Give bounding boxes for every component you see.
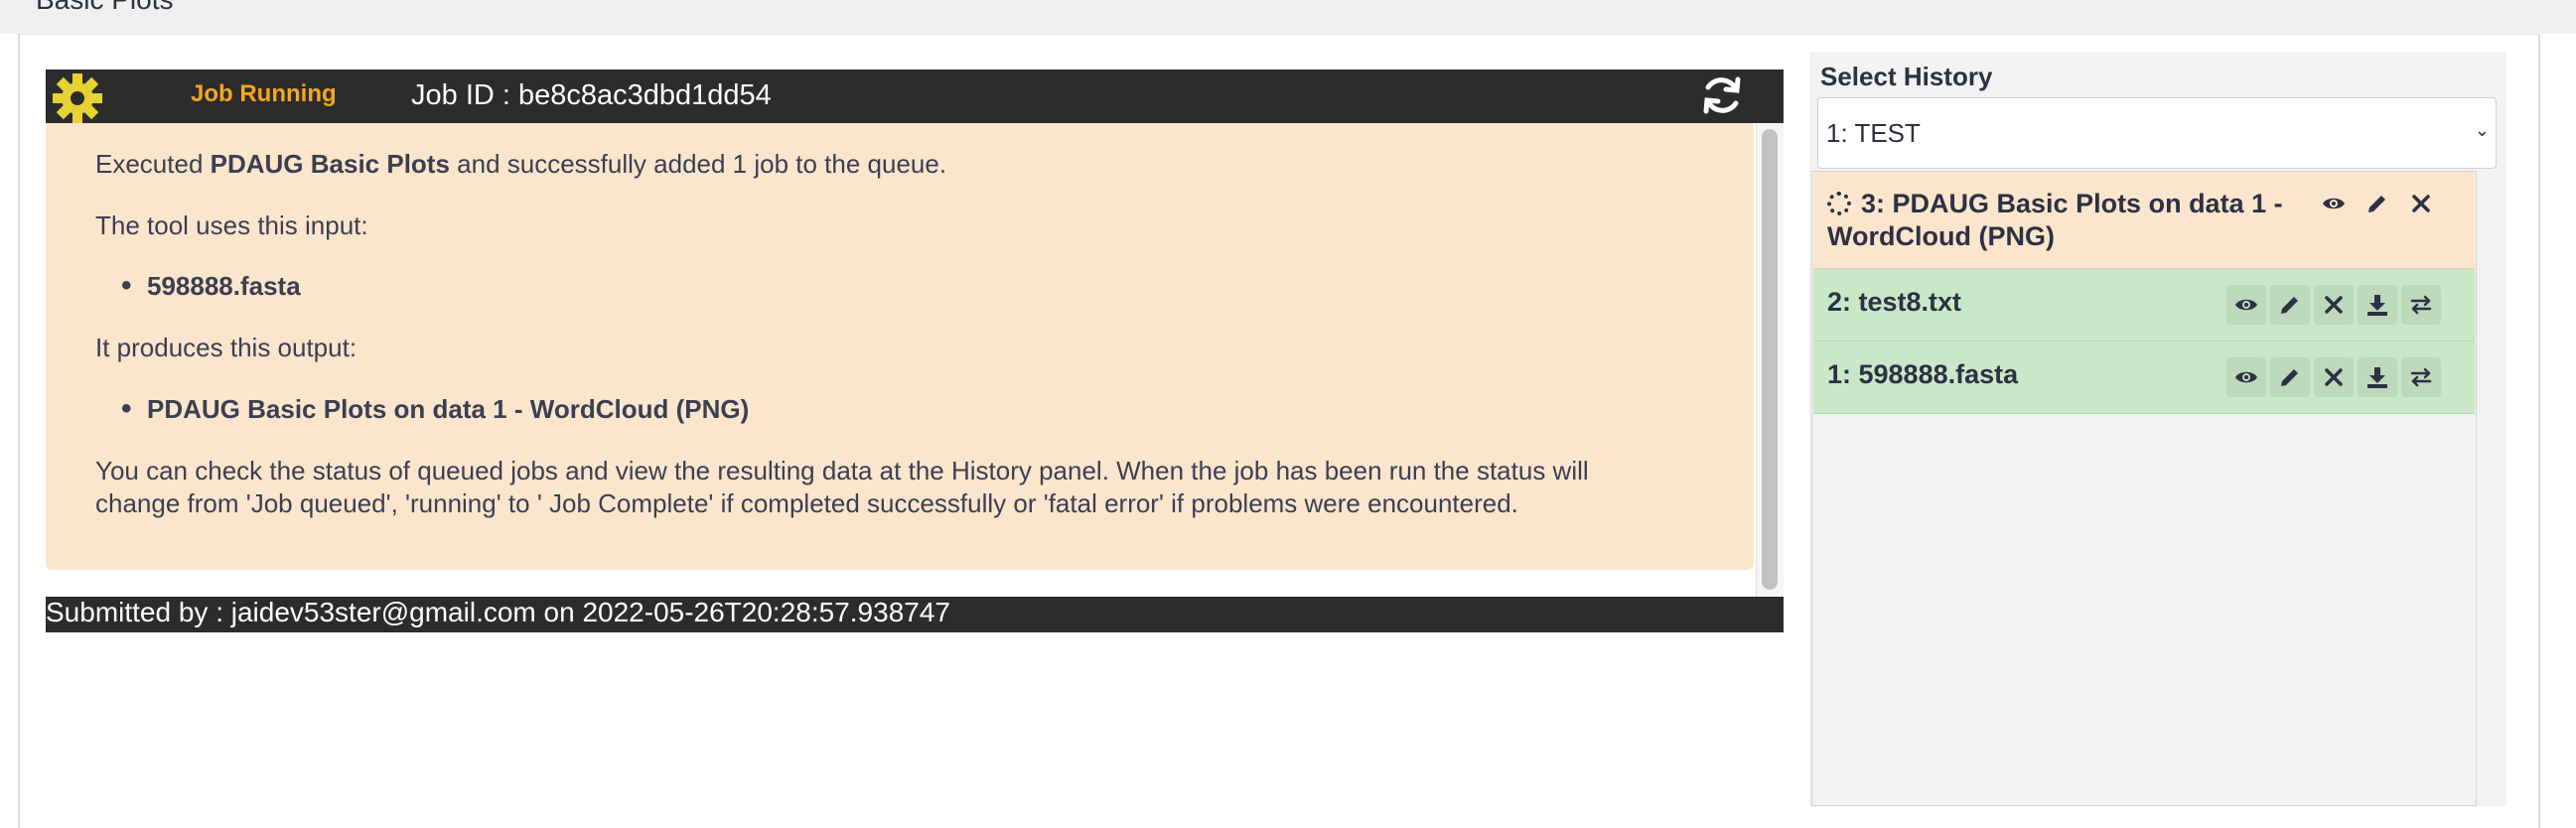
close-icon[interactable] — [2401, 184, 2441, 223]
history-item-1[interactable]: 1: 598888.fasta — [1813, 342, 2475, 414]
tool-name: PDAUG Basic Plots — [210, 149, 450, 179]
close-icon[interactable] — [2314, 357, 2354, 397]
history-item-title: 1: 598888.fasta — [1827, 359, 2019, 389]
history-item-title: 3: PDAUG Basic Plots on data 1 - WordClo… — [1827, 188, 2283, 253]
status-info-line1: You can check the status of queued jobs … — [95, 456, 1589, 485]
spinner-icon — [1827, 192, 1851, 215]
download-icon[interactable] — [2358, 285, 2397, 325]
executed-suffix: and successfully added 1 job to the queu… — [449, 149, 947, 179]
scrollbar-thumb[interactable] — [1762, 129, 1778, 590]
history-select[interactable]: 1: TEST ⌄ — [1817, 97, 2497, 169]
executed-prefix: Executed — [95, 149, 211, 179]
eye-icon[interactable] — [2226, 285, 2266, 325]
select-history-label: Select History — [1820, 62, 1993, 91]
history-item-title-line1: 3: PDAUG Basic Plots on data 1 - — [1861, 189, 2283, 218]
history-selected-value: 1: TEST — [1826, 118, 1921, 148]
executed-message: Executed PDAUG Basic Plots and successfu… — [95, 149, 946, 180]
history-item-3[interactable]: 3: PDAUG Basic Plots on data 1 - WordClo… — [1813, 172, 2475, 269]
output-label: It produces this output: — [95, 333, 358, 362]
pencil-icon[interactable] — [2358, 184, 2397, 223]
pencil-icon[interactable] — [2270, 357, 2310, 397]
download-icon[interactable] — [2358, 357, 2397, 397]
job-status-label: Job Running — [191, 80, 337, 107]
history-item-title: 2: test8.txt — [1827, 287, 1962, 317]
gear-icon — [50, 71, 105, 125]
refresh-icon[interactable] — [1698, 71, 1746, 119]
output-file: PDAUG Basic Plots on data 1 - WordCloud … — [121, 392, 749, 426]
transfer-icon[interactable] — [2401, 285, 2441, 325]
submitted-by: Submitted by : jaidev53ster@gmail.com on… — [46, 597, 950, 627]
job-id: Job ID : be8c8ac3dbd1dd54 — [411, 79, 772, 111]
input-label: The tool uses this input: — [95, 210, 368, 240]
eye-icon[interactable] — [2314, 184, 2354, 223]
history-item-title-line2: WordCloud (PNG) — [1827, 221, 2055, 251]
job-footer: Submitted by : jaidev53ster@gmail.com on… — [46, 597, 1784, 632]
status-info-line2: change from 'Job queued', 'running' to '… — [95, 488, 1518, 518]
eye-icon[interactable] — [2226, 357, 2266, 397]
page-title: Basic Plots — [36, 0, 174, 16]
page-header: Basic Plots — [0, 0, 2576, 34]
transfer-icon[interactable] — [2401, 357, 2441, 397]
history-item-2[interactable]: 2: test8.txt — [1813, 269, 2475, 342]
pencil-icon[interactable] — [2270, 285, 2310, 325]
close-icon[interactable] — [2314, 285, 2354, 325]
chevron-down-icon: ⌄ — [2474, 120, 2490, 140]
input-file: 598888.fasta — [121, 269, 301, 303]
